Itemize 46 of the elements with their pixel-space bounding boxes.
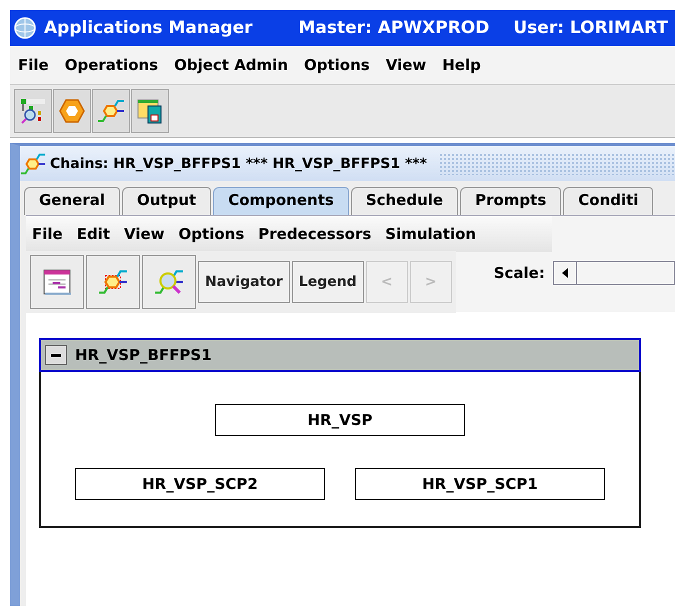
chain-node[interactable]: HR_VSP_SCP1 [355,468,605,500]
tab[interactable]: Components [213,187,349,215]
chain-selection-icon [98,267,128,297]
scale-scrollbar[interactable] [552,261,675,285]
menu-item[interactable]: Operations [64,56,158,74]
tab[interactable]: Prompts [460,187,562,215]
scale-label: Scale: [494,264,545,282]
tab[interactable]: General [24,187,120,215]
text-button[interactable]: Legend [292,261,364,303]
group-title: HR_VSP_BFFPS1 [75,346,212,364]
calendar-icon [136,97,164,125]
chain-magnifier-button[interactable] [142,255,196,309]
tab[interactable]: Schedule [350,187,458,215]
tab[interactable]: Output [122,187,212,215]
chain-magnifier-icon [154,267,184,297]
menu-item[interactable]: Object Admin [174,56,288,74]
chain-select-button[interactable] [86,255,140,309]
calendar-button[interactable] [131,89,169,133]
user-label: User: LORIMART [513,18,668,38]
text-button[interactable]: Navigator [198,261,290,303]
tree-magnifier-icon [19,97,47,125]
chain-icon [97,97,125,125]
window-title: Applications Manager [44,18,253,38]
menu-item[interactable]: View [124,225,165,243]
left-arrow-icon [562,268,568,278]
master-label: Master: APWXPROD [298,18,490,38]
collapse-button[interactable] [45,345,67,365]
globe-logo-icon [14,17,36,39]
hexagon-button[interactable] [53,89,91,133]
menu-item[interactable]: Options [304,56,370,74]
chain-node[interactable]: HR_VSP_SCP2 [75,468,325,500]
menu-item[interactable]: Options [178,225,244,243]
calendar-view-button[interactable] [30,255,84,309]
tab[interactable]: Conditi [563,187,654,215]
chain-node[interactable]: HR_VSP [215,404,465,436]
hexagon-icon [58,97,86,125]
menu-item[interactable]: Edit [76,225,110,243]
menu-item[interactable]: Help [442,56,481,74]
menu-item[interactable]: View [386,56,426,74]
menu-item[interactable]: File [32,225,63,243]
internal-window-title: Chains: HR_VSP_BFFPS1 *** HR_VSP_BFFPS1 *** [50,156,427,172]
menu-item[interactable]: File [18,56,49,74]
tree-magnifier-button[interactable] [14,89,52,133]
menu-item[interactable]: Predecessors [258,225,372,243]
menu-item[interactable]: Simulation [385,225,476,243]
calendar-icon [42,267,72,297]
